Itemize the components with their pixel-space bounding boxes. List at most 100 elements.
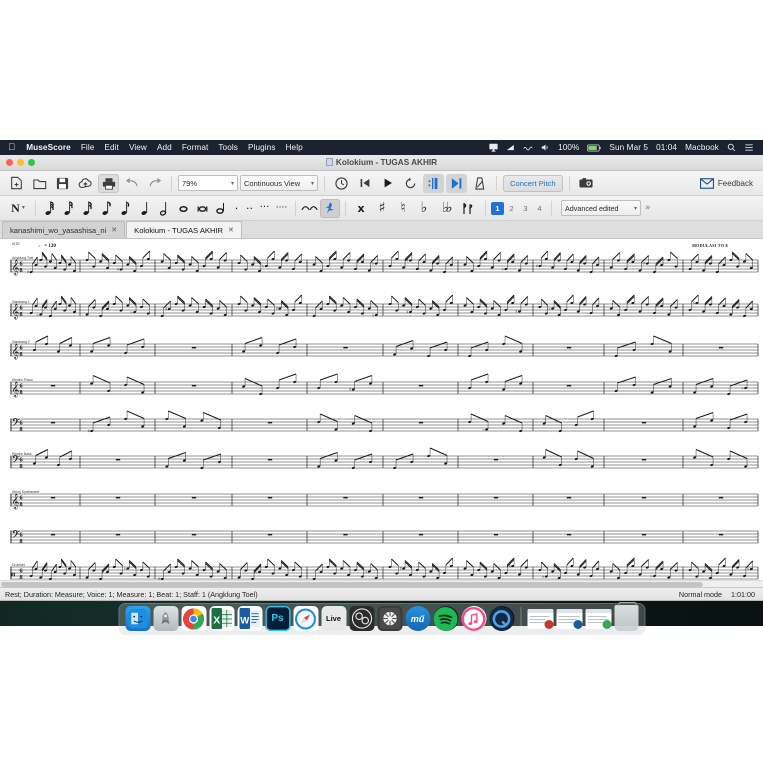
dot-double-button[interactable]: ·· (243, 199, 256, 218)
workspace-combo[interactable]: Advanced edited ▾ (561, 200, 641, 216)
menu-plugins[interactable]: Plugins (243, 140, 281, 155)
play-button[interactable] (377, 174, 398, 193)
accidental-double-flat-button[interactable]: ♭♭ (435, 199, 457, 218)
window-traffic-lights[interactable] (6, 159, 35, 166)
rewind-button[interactable] (354, 174, 375, 193)
duration-whole-button[interactable] (174, 199, 192, 218)
voice-2-button[interactable]: 2 (505, 202, 518, 215)
control-center-icon[interactable] (740, 140, 758, 155)
toolbar-overflow-icon[interactable]: » (645, 203, 651, 213)
note-input-button[interactable]: N ▾ (6, 199, 30, 218)
scrollbar-thumb[interactable] (1, 582, 703, 587)
dock-musescore[interactable]: mű (405, 606, 430, 631)
accidental-sharp-button[interactable]: ♯ (372, 199, 392, 218)
duration-eighth-button[interactable] (98, 199, 116, 218)
wifi-icon[interactable] (502, 140, 519, 155)
apple-logo-icon[interactable]:  (5, 140, 21, 155)
horizontal-scrollbar[interactable] (0, 580, 763, 587)
menu-app-name[interactable]: MuseScore (21, 140, 76, 155)
duration-half-button[interactable] (155, 199, 173, 218)
voice-4-button[interactable]: 4 (533, 202, 546, 215)
maximize-window-button[interactable] (28, 159, 35, 166)
menu-help[interactable]: Help (281, 140, 308, 155)
accidental-natural-button[interactable]: ♮ (393, 199, 413, 218)
score-canvas[interactable]: Angklung Toel 𝄞 6 8 ♯ ♯ ♭ ♭ ♯ ♭ ♯ ♯ Gambang 1 𝄞 6 8 ♭ ♭ ♯ ♯… (0, 239, 763, 587)
menu-add[interactable]: Add (152, 140, 177, 155)
redo-button[interactable] (144, 174, 165, 193)
dock-excel[interactable]: X (209, 606, 234, 631)
minimize-window-button[interactable] (17, 159, 24, 166)
tie-button[interactable] (301, 199, 319, 218)
play-repeats-button[interactable] (423, 173, 444, 193)
chevron-down-icon[interactable]: ▾ (22, 205, 25, 211)
dock-finder[interactable] (125, 606, 150, 631)
airplay-icon[interactable] (485, 140, 502, 155)
chevron-down-icon[interactable]: ▾ (634, 205, 637, 212)
dock-window-chrome[interactable] (585, 609, 611, 629)
undo-button[interactable] (121, 174, 142, 193)
dock-itunes[interactable] (461, 606, 486, 631)
battery-icon[interactable] (583, 140, 605, 155)
menu-user[interactable]: Macbook (681, 140, 723, 155)
new-score-button[interactable] (6, 174, 27, 193)
search-icon[interactable] (723, 140, 740, 155)
concert-pitch-button[interactable]: Concert Pitch (503, 174, 563, 192)
duration-32nd-button[interactable] (60, 199, 78, 218)
tab-kanashimi[interactable]: kanashimi_wo_yasashisa_ni ✕ (2, 221, 126, 238)
bluetooth-icon[interactable] (519, 140, 537, 155)
dock-window-word[interactable] (556, 609, 582, 629)
voice-1-button[interactable]: 1 (491, 201, 504, 215)
dock-word[interactable]: W (237, 606, 262, 631)
duration-eighth-2-button[interactable] (117, 199, 135, 218)
print-button[interactable] (98, 173, 119, 193)
accidental-double-sharp-button[interactable]: x (351, 199, 371, 218)
view-mode-combo[interactable]: Continuous View ▾ (240, 175, 318, 191)
menu-date[interactable]: Sun Mar 5 (605, 140, 652, 155)
dock-safari[interactable] (293, 606, 318, 631)
duration-64th-button[interactable] (41, 199, 59, 218)
dot-triple-button[interactable]: ··· (257, 199, 272, 218)
menu-tools[interactable]: Tools (213, 140, 243, 155)
close-icon[interactable]: ✕ (228, 226, 234, 234)
dock-ableton-live[interactable]: Live (321, 606, 346, 631)
chevron-down-icon[interactable]: ▾ (307, 180, 314, 187)
duration-16th-button[interactable] (79, 199, 97, 218)
dock-chrome[interactable] (181, 606, 206, 631)
loop-button[interactable] (400, 174, 421, 193)
dock-spotify[interactable] (433, 606, 458, 631)
play-panel-button[interactable] (446, 173, 467, 193)
open-score-button[interactable] (29, 174, 50, 193)
menu-format[interactable]: Format (177, 140, 214, 155)
duration-quarter-button[interactable] (136, 199, 154, 218)
feedback-button[interactable]: Feedback (699, 177, 757, 189)
tab-kolokium[interactable]: Kolokium - TUGAS AKHIR ✕ (126, 221, 242, 238)
volume-icon[interactable] (537, 140, 554, 155)
menu-view[interactable]: View (124, 140, 152, 155)
dot-single-button[interactable]: · (231, 199, 242, 218)
dock-photos[interactable] (377, 606, 402, 631)
dock-trash[interactable] (614, 602, 638, 631)
metronome-button[interactable] (331, 174, 352, 193)
duration-breve-button[interactable] (193, 199, 211, 218)
dot-quadruple-button[interactable]: ···· (273, 199, 290, 218)
dock-obs[interactable] (349, 606, 374, 631)
menu-time[interactable]: 01:04 (652, 140, 681, 155)
dock-window-musescore[interactable] (527, 609, 553, 629)
close-window-button[interactable] (6, 159, 13, 166)
dock-launchpad[interactable] (153, 606, 178, 631)
close-icon[interactable]: ✕ (111, 226, 117, 234)
dock-quicktime[interactable] (489, 606, 514, 631)
metronome-toggle-button[interactable] (469, 174, 490, 193)
chevron-down-icon[interactable]: ▾ (227, 180, 234, 187)
duration-longa-button[interactable] (212, 199, 230, 218)
accidental-flat-button[interactable]: ♭ (414, 199, 434, 218)
image-capture-button[interactable] (576, 174, 597, 193)
menu-edit[interactable]: Edit (99, 140, 124, 155)
voice-3-button[interactable]: 3 (519, 202, 532, 215)
dock-photoshop[interactable]: Ps (265, 606, 290, 631)
menu-file[interactable]: File (76, 140, 100, 155)
rest-button[interactable] (320, 198, 340, 218)
zoom-combo[interactable]: 79% ▾ (178, 175, 238, 191)
accidental-flip-button[interactable] (458, 199, 480, 218)
save-score-button[interactable] (52, 174, 73, 193)
